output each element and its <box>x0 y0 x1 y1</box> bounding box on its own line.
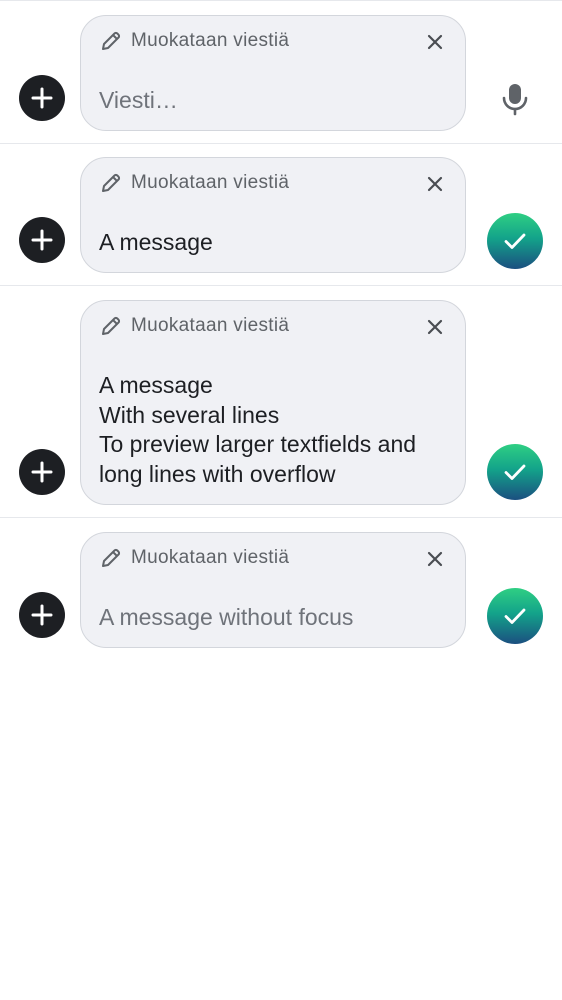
plus-icon <box>31 604 53 626</box>
checkmark-icon <box>504 233 526 249</box>
message-input[interactable]: A message <box>99 228 213 258</box>
checkmark-icon <box>504 608 526 624</box>
editing-header: Muokataan viestiä <box>99 547 289 569</box>
message-composer[interactable]: Muokataan viestiä Viesti… <box>80 15 466 131</box>
editing-header: Muokataan viestiä <box>99 315 289 337</box>
pencil-icon <box>102 173 121 192</box>
voice-button[interactable] <box>493 77 537 121</box>
plus-icon <box>31 87 53 109</box>
plus-icon <box>31 229 53 251</box>
composer-row-1: Muokataan viestiä Viesti… <box>0 0 562 144</box>
send-button[interactable] <box>487 444 543 500</box>
close-icon[interactable] <box>425 317 445 337</box>
attach-button[interactable] <box>19 217 65 263</box>
message-input[interactable]: A message without focus <box>99 603 353 633</box>
send-button[interactable] <box>487 588 543 644</box>
message-composer[interactable]: Muokataan viestiä A message without focu… <box>80 532 466 648</box>
attach-button[interactable] <box>19 75 65 121</box>
microphone-icon <box>502 84 528 116</box>
message-composer[interactable]: Muokataan viestiä A message With several… <box>80 300 466 505</box>
pencil-icon <box>102 316 121 335</box>
pencil-icon <box>102 548 121 567</box>
message-input[interactable]: Viesti… <box>99 86 178 116</box>
editing-label: Muokataan viestiä <box>131 315 290 336</box>
editing-label: Muokataan viestiä <box>131 547 290 568</box>
message-composer[interactable]: Muokataan viestiä A message <box>80 157 466 273</box>
editing-label: Muokataan viestiä <box>131 172 290 193</box>
close-icon[interactable] <box>425 174 445 194</box>
editing-label: Muokataan viestiä <box>131 30 290 51</box>
editing-header: Muokataan viestiä <box>99 30 289 52</box>
composer-row-3: Muokataan viestiä A message With several… <box>0 285 562 518</box>
composer-row-2: Muokataan viestiä A message <box>0 143 562 286</box>
message-input[interactable]: A message With several lines To preview … <box>99 371 416 489</box>
checkmark-icon <box>504 464 526 480</box>
close-icon[interactable] <box>425 32 445 52</box>
plus-icon <box>31 461 53 483</box>
editing-header: Muokataan viestiä <box>99 172 289 194</box>
attach-button[interactable] <box>19 592 65 638</box>
send-button[interactable] <box>487 213 543 269</box>
close-icon[interactable] <box>425 549 445 569</box>
composer-row-4: Muokataan viestiä A message without focu… <box>0 517 562 658</box>
pencil-icon <box>102 31 121 50</box>
attach-button[interactable] <box>19 449 65 495</box>
